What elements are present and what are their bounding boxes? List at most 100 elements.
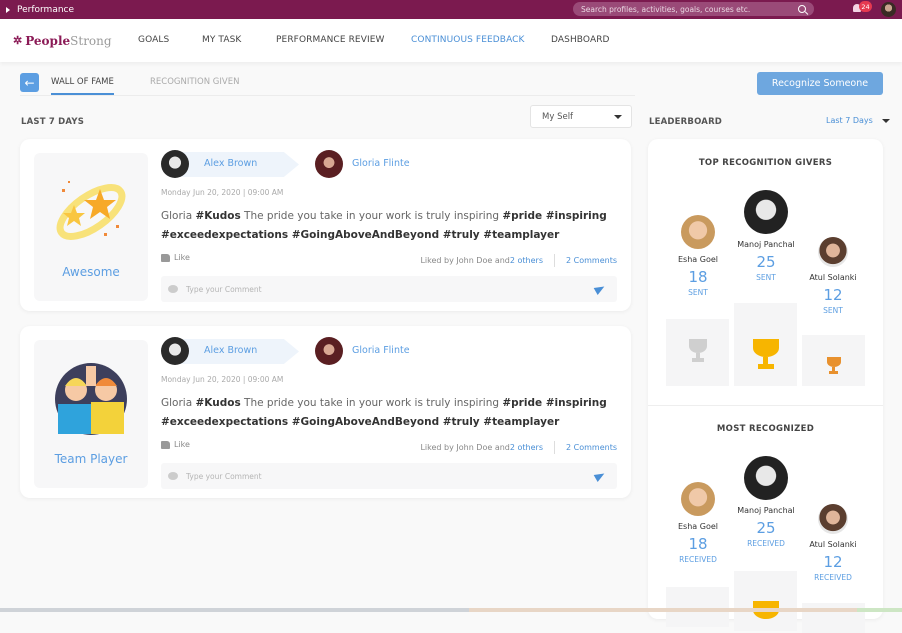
nav-continuous-feedback[interactable]: CONTINUOUS FEEDBACK [411, 35, 525, 45]
silver-trophy-icon [688, 339, 707, 362]
recipient-name[interactable]: Gloria Flinte [352, 345, 410, 356]
top-givers-section: TOP RECOGNITION GIVERS Esha Goel 18 SENT… [648, 139, 883, 405]
pedestal-first [734, 303, 797, 386]
leader-first[interactable]: Manoj Panchal 25 SENT [733, 190, 799, 282]
leader-second[interactable]: Esha Goel 18 SENT [665, 215, 731, 297]
recognized-third[interactable]: Atul Solanki 12 RECEIVED [800, 504, 866, 582]
search-icon[interactable] [798, 5, 806, 13]
recipient-avatar[interactable] [315, 337, 343, 365]
recognition-post: Awesome Alex Brown Gloria Flinte Monday … [20, 139, 631, 311]
recognize-someone-button[interactable]: Recognize Someone [757, 72, 883, 95]
comments-link[interactable]: 2 Comments [566, 443, 617, 452]
liked-others-link[interactable]: 2 others [510, 256, 543, 265]
team-player-badge-icon [55, 363, 127, 435]
nav-my-task[interactable]: MY TASK [202, 35, 241, 45]
sender-recipient-row: Alex Brown Gloria Flinte [161, 337, 491, 365]
comment-bubble-icon [168, 285, 178, 293]
send-icon[interactable] [593, 470, 607, 482]
post-message: Gloria #Kudos The pride you take in your… [161, 207, 621, 245]
feed-period-label: LAST 7 DAYS [21, 117, 85, 127]
liked-by-text: Liked by John Doe and [420, 256, 510, 265]
send-icon[interactable] [593, 283, 607, 295]
sender-avatar[interactable] [161, 337, 189, 365]
member-unit: RECEIVED [679, 555, 717, 564]
feed-filter-select[interactable]: My Self [530, 105, 632, 128]
pedestal-third [802, 335, 865, 386]
member-avatar [744, 456, 788, 500]
message-text: The pride you take in your work is truly… [240, 397, 503, 409]
like-button[interactable]: Like [161, 440, 190, 449]
member-name: Manoj Panchal [737, 240, 795, 249]
brand-name-part2: Strong [70, 33, 112, 48]
badge-panel: Team Player [34, 340, 148, 488]
like-label: Like [174, 253, 190, 262]
member-name: Esha Goel [678, 522, 718, 531]
sender-avatar[interactable] [161, 150, 189, 178]
member-count: 18 [688, 268, 708, 286]
brand-logo[interactable]: ✲ People Strong [13, 34, 112, 48]
badge-panel: Awesome [34, 153, 148, 301]
top-bar: Performance 24 [0, 0, 902, 19]
comment-input[interactable] [186, 284, 595, 294]
post-message: Gloria #Kudos The pride you take in your… [161, 394, 621, 432]
member-name: Atul Solanki [809, 540, 857, 549]
tab-recognition-given[interactable]: RECOGNITION GIVEN [150, 77, 239, 87]
like-button[interactable]: Like [161, 253, 190, 262]
most-recognized-section: MOST RECOGNIZED Esha Goel 18 RECEIVED Ma… [648, 405, 883, 633]
member-avatar [681, 482, 715, 516]
member-unit: SENT [756, 273, 776, 282]
main-nav: ✲ People Strong GOALS MY TASK PERFORMANCE… [0, 19, 902, 62]
nav-performance-review[interactable]: PERFORMANCE REVIEW [276, 35, 385, 45]
taskbar-edge [0, 608, 902, 612]
member-avatar [744, 190, 788, 234]
module-switcher[interactable]: Performance [0, 5, 74, 15]
divider [554, 254, 555, 267]
leader-third[interactable]: Atul Solanki 12 SENT [800, 237, 866, 315]
message-text: The pride you take in your work is truly… [240, 210, 503, 222]
message-hashtag: #Kudos [195, 210, 241, 222]
feed-filter-value: My Self [542, 111, 574, 122]
back-button[interactable]: ← [20, 73, 39, 92]
sender-name[interactable]: Alex Brown [204, 158, 257, 169]
sender-name[interactable]: Alex Brown [204, 345, 257, 356]
recognized-second[interactable]: Esha Goel 18 RECEIVED [665, 482, 731, 564]
comment-input[interactable] [186, 471, 595, 481]
user-avatar[interactable] [881, 2, 896, 17]
brand-name-part1: People [25, 33, 71, 48]
chevron-down-icon [614, 114, 622, 119]
member-avatar [818, 237, 848, 267]
post-timestamp: Monday Jun 20, 2020 | 09:00 AM [161, 375, 284, 384]
nav-dashboard[interactable]: DASHBOARD [551, 35, 610, 45]
member-unit: RECEIVED [747, 539, 785, 548]
bronze-trophy-icon [826, 357, 841, 374]
module-label: Performance [17, 4, 75, 15]
leaderboard-label: LEADERBOARD [649, 117, 723, 127]
logo-mark-icon: ✲ [13, 34, 23, 47]
recognition-post: Team Player Alex Brown Gloria Flinte Mon… [20, 326, 631, 498]
divider [554, 441, 555, 454]
member-unit: RECEIVED [814, 573, 852, 582]
thumbs-up-icon [161, 440, 170, 449]
tab-wall-of-fame[interactable]: WALL OF FAME [51, 77, 114, 95]
global-search[interactable] [573, 2, 814, 16]
comment-box [161, 276, 617, 302]
comments-link[interactable]: 2 Comments [566, 256, 617, 265]
post-timestamp: Monday Jun 20, 2020 | 09:00 AM [161, 188, 284, 197]
feedback-tabs: ← WALL OF FAME RECOGNITION GIVEN [20, 72, 635, 96]
recognized-first[interactable]: Manoj Panchal 25 RECEIVED [733, 456, 799, 548]
leaderboard-range-value: Last 7 Days [826, 116, 873, 125]
recipient-name[interactable]: Gloria Flinte [352, 158, 410, 169]
message-recipient: Gloria [161, 397, 196, 409]
liked-others-link[interactable]: 2 others [510, 443, 543, 452]
pedestal-first [734, 571, 797, 631]
most-recognized-title: MOST RECOGNIZED [716, 424, 815, 434]
nav-goals[interactable]: GOALS [138, 35, 169, 45]
likes-info: Liked by John Doe and 2 others 2 Comment… [420, 441, 617, 454]
recipient-avatar[interactable] [315, 150, 343, 178]
notification-badge: 24 [859, 1, 872, 12]
member-name: Atul Solanki [809, 273, 857, 282]
pedestal-second [666, 587, 729, 627]
chevron-down-icon [881, 118, 890, 123]
search-input[interactable] [581, 4, 798, 14]
leaderboard-range-select[interactable]: Last 7 Days [826, 116, 890, 125]
